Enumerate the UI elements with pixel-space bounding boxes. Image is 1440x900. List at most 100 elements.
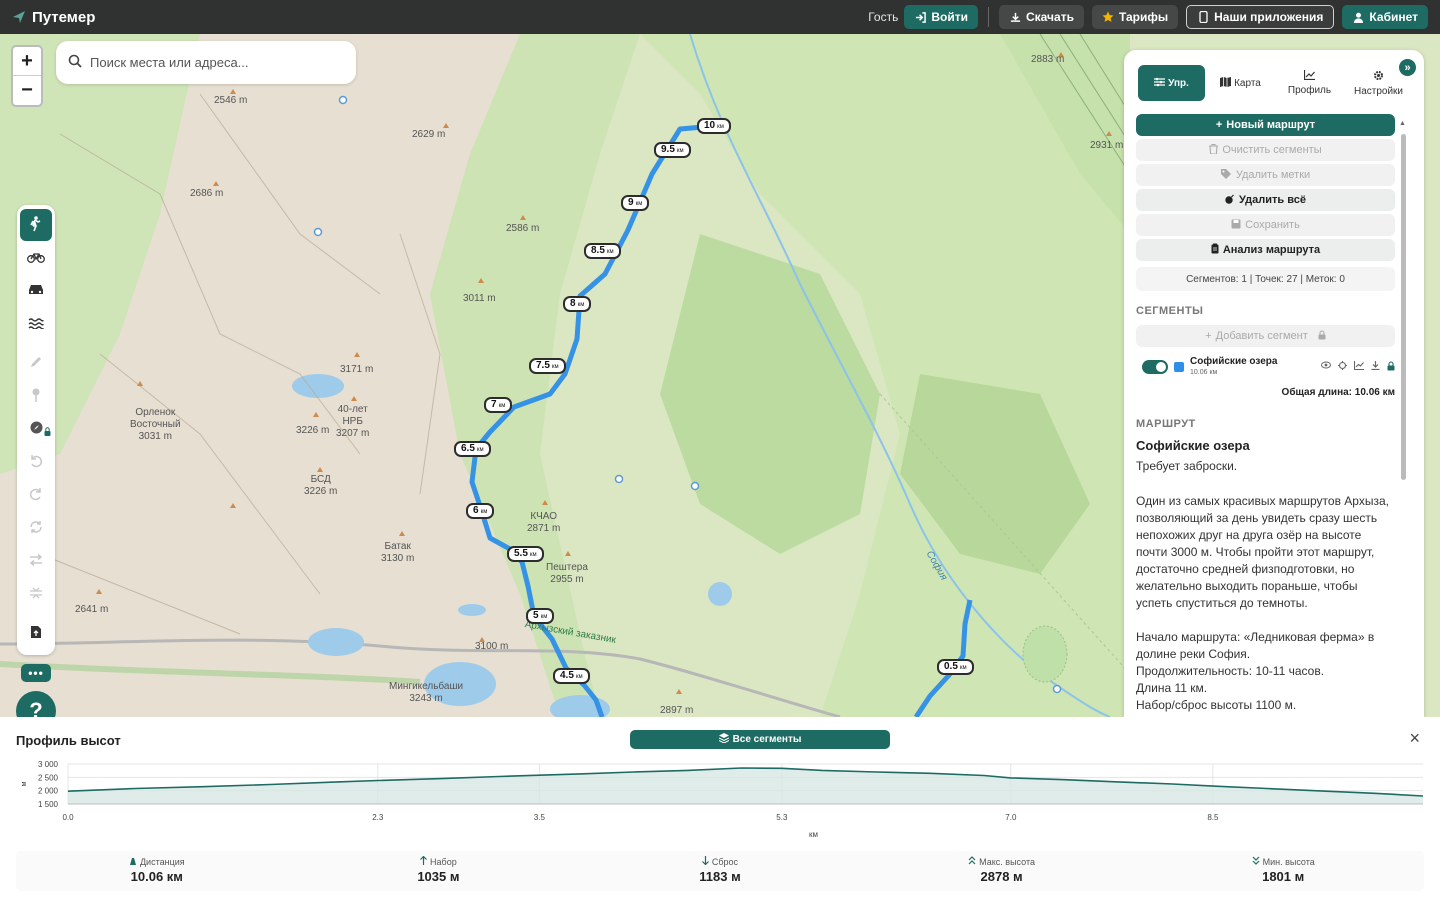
km-marker[interactable]: 0.5 км xyxy=(937,659,974,675)
km-marker[interactable]: 6 км xyxy=(466,503,495,519)
tab-map-label: Карта xyxy=(1234,77,1261,89)
tab-profile[interactable]: Профиль xyxy=(1276,65,1343,101)
pin-icon xyxy=(31,388,41,405)
apps-label: Наши приложения xyxy=(1214,10,1324,24)
route-stats: Сегментов: 1 | Точек: 27 | Меток: 0 xyxy=(1136,267,1395,291)
analysis-button[interactable]: Анализ маршрута xyxy=(1136,239,1395,261)
tariffs-button[interactable]: Тарифы xyxy=(1091,5,1179,29)
map-label: БСД 3226 m xyxy=(304,474,338,497)
clear-segments-label: Очистить сегменты xyxy=(1222,144,1322,156)
refresh-button[interactable] xyxy=(20,512,52,544)
add-segment-label: Добавить сегмент xyxy=(1215,330,1308,342)
save-button[interactable]: Сохранить xyxy=(1136,214,1395,236)
map-label: 3100 m xyxy=(475,641,509,652)
map-label: 2629 m xyxy=(412,129,446,140)
delete-marks-button[interactable]: Удалить метки xyxy=(1136,164,1395,186)
segment-name-label: Софийские озера xyxy=(1190,356,1278,367)
km-marker[interactable]: 9 км xyxy=(621,195,650,211)
stat-value: 1801 м xyxy=(1262,869,1305,884)
delete-marks-label: Удалить метки xyxy=(1235,169,1311,181)
add-segment-button[interactable]: + Добавить сегмент xyxy=(1136,325,1395,347)
all-segments-button[interactable]: Все сегменты xyxy=(630,730,890,749)
app-name: Путемер xyxy=(32,8,96,26)
login-icon xyxy=(914,11,926,23)
km-marker[interactable]: 8 км xyxy=(563,296,592,312)
km-marker[interactable]: 4.5 км xyxy=(553,668,590,684)
route-description: Один из самых красивых маршрутов Архыза,… xyxy=(1136,493,1395,714)
km-marker[interactable]: 10 км xyxy=(697,118,731,134)
crosshair-icon[interactable] xyxy=(1338,361,1347,373)
reverse-button[interactable] xyxy=(20,545,52,577)
download-button[interactable]: Скачать xyxy=(999,5,1084,29)
profile-stats: Дистанция 10.06 км Набор 1035 м Сброс 11… xyxy=(16,851,1424,891)
profile-title: Профиль высот xyxy=(16,733,121,748)
apps-button[interactable]: Наши приложения xyxy=(1186,5,1335,29)
km-marker[interactable]: 7.5 км xyxy=(529,358,566,374)
tab-map[interactable]: Карта xyxy=(1207,65,1274,101)
car-mode-button[interactable] xyxy=(20,275,52,307)
stat-label: Сброс xyxy=(711,856,739,867)
bike-mode-button[interactable] xyxy=(20,242,52,274)
draw-button[interactable] xyxy=(20,347,52,379)
water-mode-button[interactable] xyxy=(20,308,52,340)
km-marker[interactable]: 9.5 км xyxy=(654,142,691,158)
redo-button[interactable] xyxy=(20,479,52,511)
chart-icon[interactable] xyxy=(1353,361,1364,373)
km-marker[interactable]: 5.5 км xyxy=(507,546,544,562)
km-marker[interactable]: 5 км xyxy=(526,608,555,624)
segment-color-swatch[interactable] xyxy=(1174,362,1184,372)
logo[interactable]: Путемер xyxy=(12,9,95,26)
km-marker[interactable]: 7 км xyxy=(484,397,513,413)
elevation-profile-panel: Профиль высот Все сегменты × 3 000 2 500 2… xyxy=(0,717,1440,900)
segment-row[interactable]: Софийские озера 10.06 км xyxy=(1136,351,1395,383)
undo-button[interactable] xyxy=(20,446,52,478)
split-button[interactable] xyxy=(20,578,52,610)
marker-button[interactable] xyxy=(20,380,52,412)
chart-icon xyxy=(1303,70,1315,83)
y-tick-label: 1 500 xyxy=(38,800,59,809)
stat-value: 10.06 км xyxy=(130,869,183,884)
download-icon[interactable] xyxy=(1371,361,1380,373)
import-button[interactable] xyxy=(20,617,52,649)
map-label: 2586 m xyxy=(506,223,540,234)
route-subtitle: Требует заброски. xyxy=(1136,459,1238,473)
cabinet-button[interactable]: Кабинет xyxy=(1342,5,1428,29)
scroll-up-icon[interactable]: ▲ xyxy=(1399,120,1406,127)
segment-length: 10.06 км xyxy=(1190,369,1218,376)
map-label: 2686 m xyxy=(190,188,224,199)
route-length: Длина 11 км. xyxy=(1136,681,1208,695)
lock-icon xyxy=(1318,329,1326,343)
more-button[interactable]: ••• xyxy=(21,664,51,682)
arrow-down-icon xyxy=(701,856,709,867)
elevation-chart[interactable]: 3 000 2 500 2 000 1 5000.0 2.3 3.5 5.3 7.0 8.5 км… xyxy=(0,755,1440,847)
search-input[interactable] xyxy=(90,55,330,70)
eye-icon[interactable] xyxy=(1321,361,1331,373)
search-box xyxy=(56,41,356,84)
hiking-mode-button[interactable] xyxy=(20,209,52,241)
tab-control[interactable]: Упр. xyxy=(1138,65,1205,101)
map-label: 3226 m xyxy=(296,425,330,436)
km-marker[interactable]: 8.5 км xyxy=(584,243,621,259)
download-icon xyxy=(1009,11,1021,23)
swap-icon xyxy=(29,553,43,569)
top-bar: Путемер Гость Войти Скачать Тарифы Наши … xyxy=(0,0,1440,34)
collapse-panel-icon[interactable]: » xyxy=(1399,59,1416,76)
clear-segments-button[interactable]: Очистить сегменты xyxy=(1136,139,1395,161)
left-toolbar xyxy=(17,205,55,655)
scroll-thumb[interactable] xyxy=(1401,134,1406,480)
segment-visibility-toggle[interactable] xyxy=(1142,360,1168,374)
close-profile-icon[interactable]: × xyxy=(1409,728,1420,749)
zoom-in-button[interactable]: + xyxy=(13,47,41,76)
zoom-out-button[interactable]: − xyxy=(13,76,41,105)
double-up-icon xyxy=(968,856,976,867)
new-route-button[interactable]: + Новый маршрут xyxy=(1136,114,1395,136)
lock-icon[interactable] xyxy=(1387,361,1395,373)
map-label: 2883 m xyxy=(1031,54,1065,65)
phone-icon xyxy=(1197,11,1209,23)
login-button[interactable]: Войти xyxy=(904,5,978,29)
logo-arrow-icon xyxy=(13,11,25,23)
compass-button[interactable] xyxy=(20,413,52,445)
delete-all-button[interactable]: Удалить всё xyxy=(1136,189,1395,211)
panel-scrollbar[interactable]: ▲ xyxy=(1399,120,1406,710)
km-marker[interactable]: 6.5 км xyxy=(454,441,491,457)
